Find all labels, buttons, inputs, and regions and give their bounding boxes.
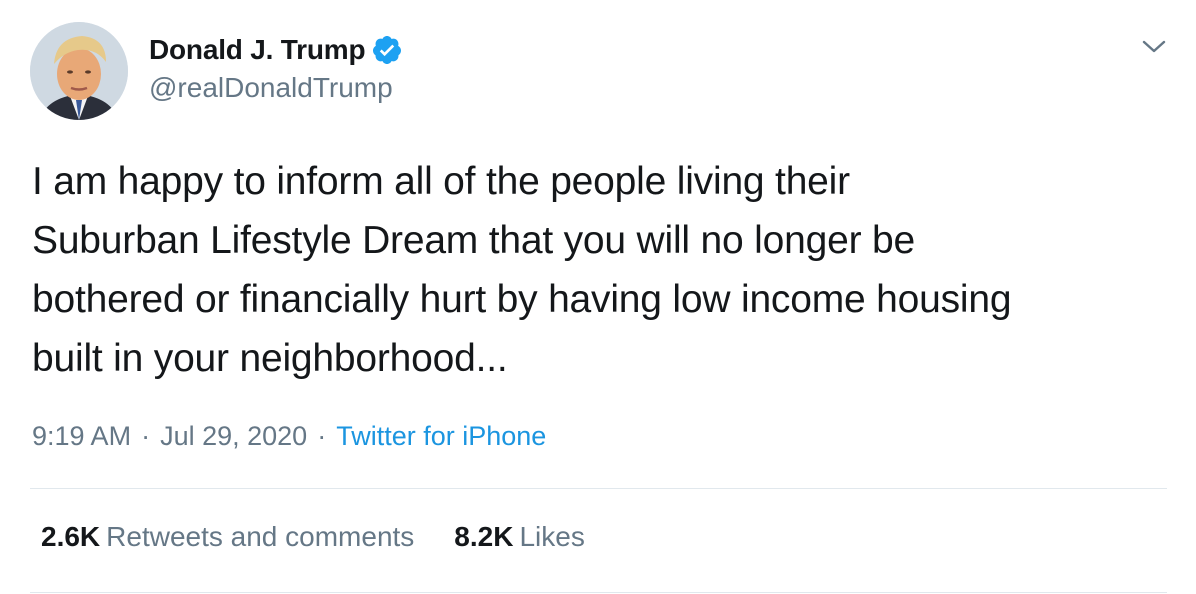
author-block: Donald J. Trump @realDonaldTrump — [149, 30, 403, 104]
meta-separator: · — [141, 421, 151, 451]
tweet-card: Donald J. Trump @realDonaldTrump I am ha… — [0, 0, 1196, 594]
divider — [30, 592, 1167, 593]
tweet-text-line: built in your neighborhood... — [32, 337, 508, 380]
tweet-time[interactable]: 9:19 AM — [32, 421, 131, 451]
retweets-count: 2.6K — [41, 521, 101, 552]
tweet-text-line: I am happy to inform all of the people l… — [32, 160, 850, 203]
divider — [30, 488, 1167, 489]
verified-badge-icon — [371, 34, 403, 66]
retweets-stat[interactable]: 2.6K Retweets and comments — [41, 521, 414, 553]
tweet-date[interactable]: Jul 29, 2020 — [160, 421, 307, 451]
meta-separator: · — [317, 421, 327, 451]
likes-stat[interactable]: 8.2K Likes — [454, 521, 585, 553]
user-handle[interactable]: @realDonaldTrump — [149, 72, 403, 104]
retweets-label: Retweets and comments — [106, 521, 415, 552]
tweet-source-link[interactable]: Twitter for iPhone — [336, 421, 546, 451]
tweet-text-line: bothered or financially hurt by having l… — [32, 278, 1012, 321]
name-row: Donald J. Trump — [149, 30, 403, 70]
tweet-metadata: 9:19 AM · Jul 29, 2020 · Twitter for iPhone — [32, 421, 546, 452]
tweet-text: I am happy to inform all of the people l… — [32, 152, 1182, 388]
display-name[interactable]: Donald J. Trump — [149, 34, 366, 66]
chevron-down-icon[interactable] — [1141, 36, 1167, 58]
likes-count: 8.2K — [454, 521, 514, 552]
tweet-text-line: Suburban Lifestyle Dream that you will n… — [32, 219, 915, 262]
likes-label: Likes — [519, 521, 585, 552]
tweet-stats: 2.6K Retweets and comments 8.2K Likes — [41, 521, 585, 553]
avatar-image — [30, 22, 128, 120]
avatar[interactable] — [30, 22, 128, 120]
